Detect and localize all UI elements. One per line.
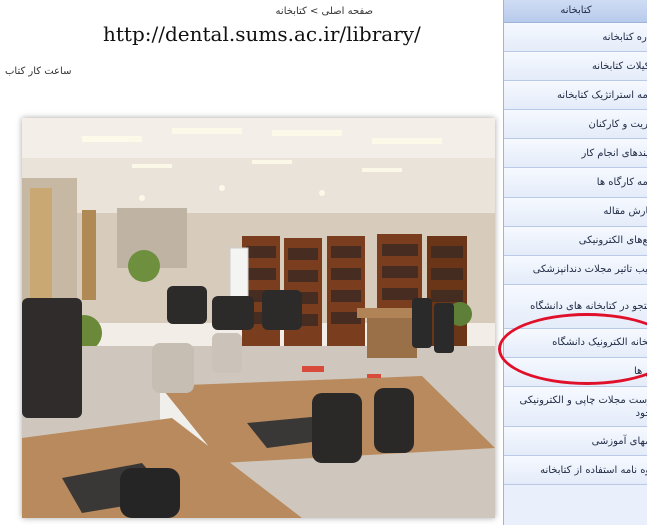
sidebar-item-electronic-resources[interactable]: منابع‌های الکترونیکی xyxy=(504,226,647,256)
sidebar-menu: کتابخانه درباره کتابخانه تشکیلات کتابخان… xyxy=(503,0,647,525)
sidebar-item-management-staff[interactable]: مدیریت و کارکنان xyxy=(504,110,647,140)
sidebar-header[interactable]: کتابخانه xyxy=(504,0,647,23)
sidebar-item-organization[interactable]: تشکیلات کتابخانه xyxy=(504,52,647,82)
library-photo xyxy=(22,118,495,518)
sidebar-item-label: فهرست مجلات چاپی و الکترونیکی موجود xyxy=(519,394,647,419)
sidebar-item-training-videos[interactable]: فیلمهای آموزشی xyxy=(504,427,647,457)
sidebar-item-label: فرم ها xyxy=(634,366,647,378)
sidebar-item-label: منابع‌های الکترونیکی xyxy=(578,235,647,247)
sidebar-item-impact-factor[interactable]: ضریب تاثیر مجلات دندانپزشکی xyxy=(504,255,647,285)
sidebar-item-label: تشکیلات کتابخانه xyxy=(591,60,647,72)
sidebar-item-forms[interactable]: فرم ها xyxy=(504,357,647,388)
sidebar-item-label: فرایندهای انجام کار xyxy=(581,147,647,159)
sidebar-item-label: شیوه نامه استفاده از کتابخانه xyxy=(540,464,647,476)
library-hours-label: ساعت کار کتاب xyxy=(5,66,72,77)
sidebar-item-label: سفارش مقاله xyxy=(603,206,647,218)
sidebar-item-label: کتابخانه الکترونیک دانشگاه xyxy=(552,337,647,349)
sidebar-item-search-university-libraries[interactable]: جستجو در کتابخانه های دانشگاه xyxy=(504,284,647,329)
sidebar-item-article-order[interactable]: سفارش مقاله xyxy=(504,197,647,227)
sidebar-item-about-library[interactable]: درباره کتابخانه xyxy=(504,23,647,53)
sidebar-item-workshops[interactable]: برنامه کارگاه ها xyxy=(504,168,647,198)
sidebar-item-label: ضریب تاثیر مجلات دندانپزشکی xyxy=(532,264,647,276)
sidebar-item-electronic-library[interactable]: کتابخانه الکترونیک دانشگاه xyxy=(504,328,647,358)
sidebar-item-label: برنامه کارگاه ها xyxy=(596,177,647,189)
url-overlay-text: http://dental.sums.ac.ir/library/ xyxy=(103,22,421,46)
library-interior-image xyxy=(22,118,495,518)
sidebar-item-journals-list[interactable]: فهرست مجلات چاپی و الکترونیکی موجود xyxy=(504,387,647,428)
sidebar-item-label: برنامه استراتژیک کتابخانه xyxy=(557,89,647,101)
sidebar-item-work-processes[interactable]: فرایندهای انجام کار xyxy=(504,139,647,169)
sidebar-item-strategic-plan[interactable]: برنامه استراتژیک کتابخانه xyxy=(504,81,647,111)
sidebar-item-usage-guide[interactable]: شیوه نامه استفاده از کتابخانه xyxy=(504,456,647,486)
sidebar-item-label: جستجو در کتابخانه های دانشگاه xyxy=(530,300,647,312)
sidebar-item-label: درباره کتابخانه xyxy=(602,31,647,43)
sidebar-item-label: فیلمهای آموزشی xyxy=(591,435,647,447)
sidebar-item-label: مدیریت و کارکنان xyxy=(588,118,647,130)
main-content: صفحه اصلی > کتابخانه http://dental.sums.… xyxy=(0,0,503,525)
breadcrumb[interactable]: صفحه اصلی > کتابخانه xyxy=(276,6,373,17)
